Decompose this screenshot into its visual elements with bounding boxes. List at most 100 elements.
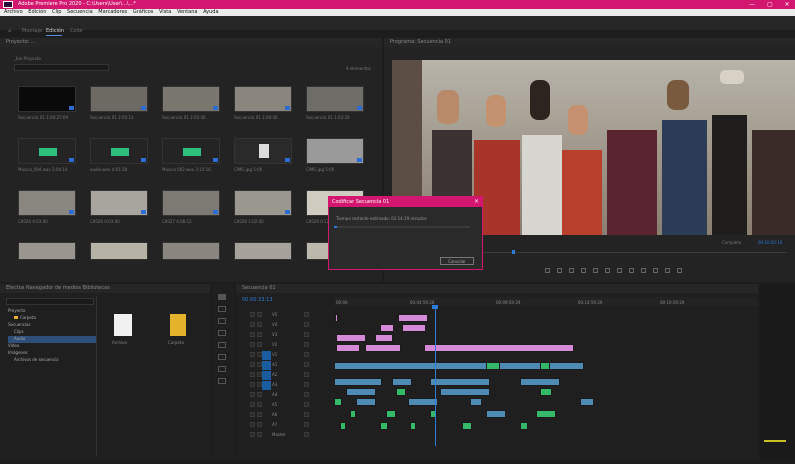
timeline-clip[interactable] [380,324,394,332]
eye-icon[interactable] [257,312,262,317]
timeline-clip[interactable] [350,410,356,418]
eye-icon[interactable] [257,332,262,337]
timeline-playhead[interactable] [435,306,436,446]
ripple-edit-icon[interactable] [218,318,226,324]
in-point-icon[interactable] [557,268,562,273]
timeline-clip[interactable] [380,422,388,430]
timeline-clip[interactable] [336,334,366,342]
timeline-clip[interactable] [486,362,500,370]
timeline-clip[interactable] [375,334,393,342]
tree-item[interactable]: Archivos de secuencia [8,357,96,364]
mute-icon[interactable] [304,392,309,397]
project-thumbnail[interactable] [162,190,220,216]
track-source-patch[interactable] [262,361,271,370]
step-back-icon[interactable] [593,268,598,273]
project-thumbnail[interactable] [306,86,364,112]
tree-item[interactable]: Secuencias [8,322,96,329]
type-icon[interactable] [218,378,226,384]
track-source-patch[interactable] [262,381,271,390]
track-label[interactable]: V5 [272,312,277,317]
eye-icon[interactable] [257,422,262,427]
track-label[interactable]: A2 [272,372,277,377]
project-thumbnail[interactable] [234,242,292,260]
track-source-patch[interactable] [262,351,271,360]
lock-icon[interactable] [250,352,255,357]
project-thumbnail[interactable] [234,190,292,216]
play-icon[interactable] [605,268,610,273]
project-thumbnail[interactable] [90,138,148,164]
extract-icon[interactable] [653,268,658,273]
export-frame-icon[interactable] [665,268,670,273]
project-thumbnail[interactable] [18,138,76,164]
project-thumbnail[interactable] [18,242,76,260]
timeline-clip[interactable] [336,344,360,352]
timeline-clip[interactable] [396,388,406,396]
timeline-clip[interactable] [440,388,490,396]
timeline-ruler[interactable] [333,297,758,306]
project-thumbnail[interactable] [90,190,148,216]
menu-ayuda[interactable]: Ayuda [203,9,218,16]
timeline-clip[interactable] [536,410,556,418]
maximize-button[interactable]: ▢ [763,0,777,9]
timeline-clip[interactable] [335,314,338,322]
scrubber-playhead[interactable] [512,250,515,254]
tree-item-selected[interactable]: Audio [8,336,96,343]
settings-icon[interactable] [677,268,682,273]
timeline-clip[interactable] [486,410,506,418]
track-label[interactable]: V2 [272,342,277,347]
lock-icon[interactable] [250,322,255,327]
timeline-clip[interactable] [408,398,438,406]
home-icon[interactable]: ⌂ [8,28,11,35]
project-thumbnail[interactable] [162,242,220,260]
eye-icon[interactable] [257,392,262,397]
mute-icon[interactable] [304,382,309,387]
timeline-clip[interactable] [334,398,342,406]
eye-icon[interactable] [257,432,262,437]
timeline-clip[interactable] [540,388,552,396]
playhead-handle[interactable] [432,305,438,309]
lock-icon[interactable] [250,402,255,407]
lock-icon[interactable] [250,422,255,427]
eye-icon[interactable] [257,322,262,327]
tree-item[interactable]: Carpeta [8,315,96,322]
timeline-clip[interactable] [365,344,401,352]
timeline-clip[interactable] [402,324,426,332]
timeline-clip[interactable] [356,398,376,406]
timeline-clip[interactable] [540,362,550,370]
menu-graficos[interactable]: Gráficos [133,9,154,16]
mute-icon[interactable] [304,402,309,407]
lock-icon[interactable] [250,392,255,397]
menu-edicion[interactable]: Edición [28,9,46,16]
pen-icon[interactable] [218,354,226,360]
track-label[interactable]: V4 [272,322,277,327]
lock-icon[interactable] [250,382,255,387]
track-label[interactable]: V3 [272,332,277,337]
folder-icon[interactable] [170,314,186,336]
lock-icon[interactable] [250,312,255,317]
go-to-in-icon[interactable] [581,268,586,273]
timeline-clip[interactable] [430,378,490,386]
out-point-icon[interactable] [569,268,574,273]
tree-item[interactable]: Proyecto [8,308,96,315]
track-label[interactable]: A4 [272,392,277,397]
eye-icon[interactable] [257,402,262,407]
track-label[interactable]: A3 [272,382,277,387]
timeline-clip[interactable] [580,398,594,406]
mute-icon[interactable] [304,322,309,327]
close-button[interactable]: ✕ [780,0,794,9]
project-thumbnail[interactable] [18,190,76,216]
timeline-clip[interactable] [470,398,482,406]
lock-icon[interactable] [250,342,255,347]
timeline-clip[interactable] [424,344,574,352]
menu-secuencia[interactable]: Secuencia [67,9,93,16]
mute-icon[interactable] [304,432,309,437]
project-thumbnail[interactable] [90,242,148,260]
mute-icon[interactable] [304,342,309,347]
tree-item[interactable]: Imágenes [8,350,96,357]
dialog-cancel-button[interactable]: Cancelar [440,257,474,265]
lock-icon[interactable] [250,332,255,337]
mute-icon[interactable] [304,332,309,337]
mute-icon[interactable] [304,362,309,367]
selection-tool-icon[interactable] [218,294,226,300]
go-to-out-icon[interactable] [629,268,634,273]
